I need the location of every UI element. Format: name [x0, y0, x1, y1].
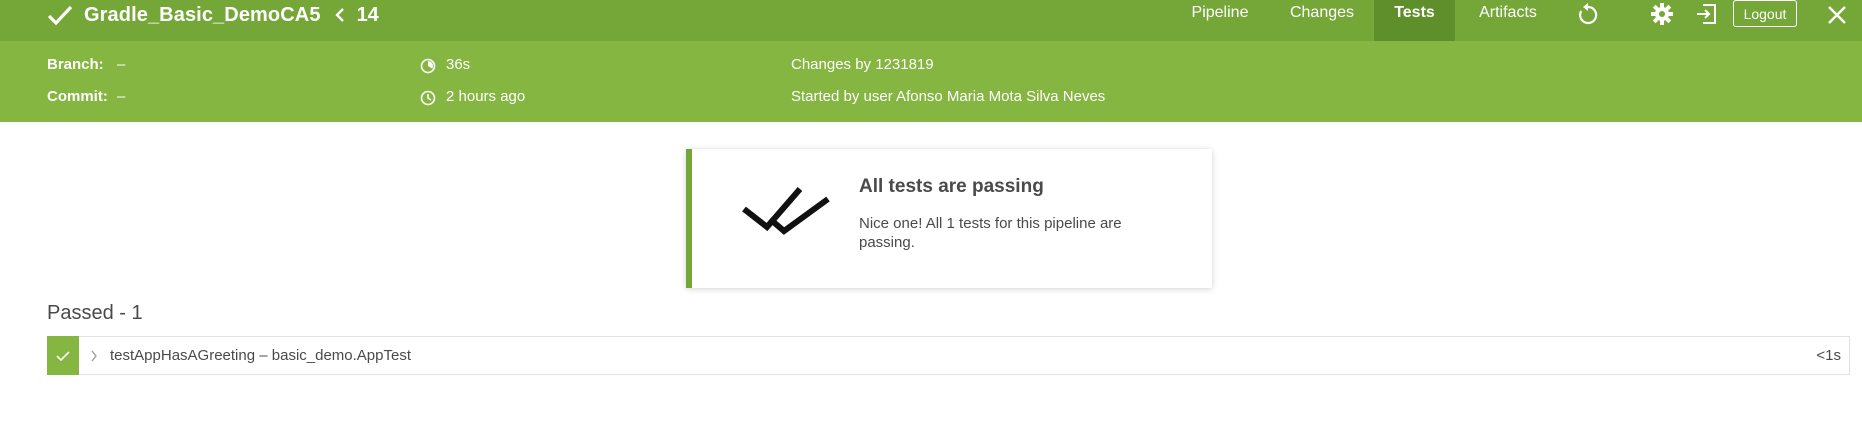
pipeline-title: Gradle_Basic_DemoCA5 14: [46, 0, 379, 30]
exit-icon[interactable]: [1694, 2, 1718, 26]
test-row[interactable]: testAppHasAGreeting – basic_demo.AppTest…: [47, 336, 1850, 375]
tab-artifacts[interactable]: Artifacts: [1466, 0, 1550, 41]
logout-button[interactable]: Logout: [1733, 0, 1797, 27]
check-icon: [47, 5, 73, 26]
close-icon[interactable]: [1826, 4, 1848, 26]
passed-heading: Passed - 1: [47, 302, 143, 324]
top-navigation-bar: Gradle_Basic_DemoCA5 14 Pipeline Changes…: [0, 0, 1862, 41]
tab-pipeline[interactable]: Pipeline: [1175, 0, 1265, 41]
summary-message: Nice one! All 1 tests for this pipeline …: [859, 215, 1122, 251]
test-summary-card: All tests are passing Nice one! All 1 te…: [686, 149, 1212, 288]
gear-icon[interactable]: [1650, 2, 1674, 26]
tab-changes[interactable]: Changes: [1280, 0, 1364, 41]
test-duration: <1s: [1816, 347, 1841, 364]
started-by: Started by user Afonso Maria Mota Silva …: [791, 88, 1106, 105]
summary-title: All tests are passing: [859, 176, 1044, 197]
changes-by: Changes by 1231819: [791, 56, 934, 73]
replay-icon[interactable]: [1576, 2, 1600, 26]
tab-tests[interactable]: Tests: [1374, 0, 1455, 41]
passed-status: [47, 336, 79, 375]
check-icon: [56, 350, 70, 361]
branch-label: Branch:: [47, 56, 104, 73]
commit-label: Commit:: [47, 88, 108, 105]
chevron-right-icon[interactable]: [90, 350, 98, 362]
test-name: testAppHasAGreeting – basic_demo.AppTest: [110, 347, 412, 364]
duration-value: 36s: [446, 56, 471, 73]
commit-value: –: [117, 88, 126, 105]
branch-value: –: [117, 56, 126, 73]
chevron-left-icon: [334, 8, 344, 22]
double-check-icon: [742, 187, 830, 235]
started-ago: 2 hours ago: [446, 88, 526, 105]
pipeline-name[interactable]: Gradle_Basic_DemoCA5: [84, 4, 321, 27]
run-number: 14: [356, 3, 379, 26]
run-details-bar: Branch: – Commit: – 36s 2 hours ago Chan…: [0, 41, 1862, 122]
clock-icon: [420, 90, 436, 106]
duration-icon: [420, 58, 436, 74]
